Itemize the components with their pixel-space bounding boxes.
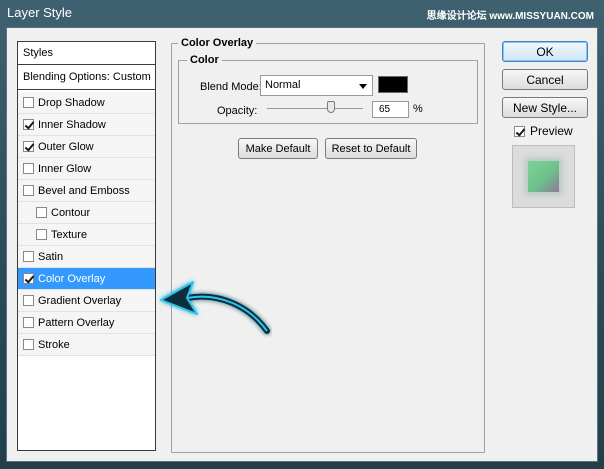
style-item-inner-glow[interactable]: Inner Glow bbox=[18, 158, 155, 180]
styles-header[interactable]: Styles bbox=[18, 42, 155, 65]
bevel-and-emboss-checkbox[interactable] bbox=[23, 185, 34, 196]
texture-checkbox[interactable] bbox=[36, 229, 47, 240]
preview-toggle[interactable]: Preview bbox=[514, 124, 573, 138]
color-overlay-checkbox[interactable] bbox=[23, 273, 34, 284]
opacity-slider-track[interactable] bbox=[267, 108, 363, 109]
style-item-drop-shadow[interactable]: Drop Shadow bbox=[18, 92, 155, 114]
inner-glow-checkbox[interactable] bbox=[23, 163, 34, 174]
chevron-down-icon bbox=[359, 84, 367, 89]
blending-options-item[interactable]: Blending Options: Custom bbox=[18, 65, 155, 90]
watermark: 思缘设计论坛 www.MISSYUAN.COM bbox=[426, 11, 594, 22]
satin-checkbox[interactable] bbox=[23, 251, 34, 262]
style-preview bbox=[512, 145, 575, 208]
opacity-slider-handle[interactable] bbox=[327, 101, 335, 113]
opacity-unit: % bbox=[413, 103, 423, 115]
opacity-label: Opacity: bbox=[217, 105, 258, 117]
style-item-pattern-overlay[interactable]: Pattern Overlay bbox=[18, 312, 155, 334]
new-style-button[interactable]: New Style... bbox=[502, 97, 588, 118]
color-overlay-title: Color Overlay bbox=[178, 37, 257, 49]
style-item-satin[interactable]: Satin bbox=[18, 246, 155, 268]
color-subgroup-title: Color bbox=[187, 54, 222, 66]
style-item-label: Gradient Overlay bbox=[38, 294, 122, 307]
blend-mode-value: Normal bbox=[265, 79, 301, 91]
preview-label: Preview bbox=[530, 124, 573, 138]
dialog-client-area: Styles Blending Options: Custom Drop Sha… bbox=[6, 27, 598, 462]
style-item-stroke[interactable]: Stroke bbox=[18, 334, 155, 356]
style-item-label: Satin bbox=[38, 250, 64, 263]
styles-list-panel: Styles Blending Options: Custom Drop Sha… bbox=[17, 41, 156, 451]
style-item-label: Contour bbox=[51, 206, 91, 219]
style-item-gradient-overlay[interactable]: Gradient Overlay bbox=[18, 290, 155, 312]
contour-checkbox[interactable] bbox=[36, 207, 47, 218]
preview-thumbnail bbox=[528, 161, 559, 192]
style-item-color-overlay[interactable]: Color Overlay bbox=[18, 268, 155, 290]
style-effects-list: Drop Shadow Inner Shadow Outer Glow Inner G… bbox=[18, 92, 155, 356]
style-item-label: Outer Glow bbox=[38, 140, 94, 153]
style-item-contour[interactable]: Contour bbox=[18, 202, 155, 224]
style-item-outer-glow[interactable]: Outer Glow bbox=[18, 136, 155, 158]
inner-shadow-checkbox[interactable] bbox=[23, 119, 34, 130]
style-item-label: Pattern Overlay bbox=[38, 316, 115, 329]
style-item-label: Color Overlay bbox=[38, 272, 106, 285]
style-item-inner-shadow[interactable]: Inner Shadow bbox=[18, 114, 155, 136]
style-item-label: Inner Shadow bbox=[38, 118, 106, 131]
color-overlay-group: Color Overlay Color Blend Mode: Normal O… bbox=[171, 37, 485, 453]
opacity-input[interactable]: 65 bbox=[372, 101, 409, 118]
preview-checkbox[interactable] bbox=[514, 125, 525, 137]
ok-button[interactable]: OK bbox=[502, 41, 588, 62]
blend-mode-select[interactable]: Normal bbox=[260, 75, 373, 96]
outer-glow-checkbox[interactable] bbox=[23, 141, 34, 152]
annotation-arrow-icon bbox=[160, 281, 270, 334]
style-item-label: Drop Shadow bbox=[38, 96, 105, 109]
drop-shadow-checkbox[interactable] bbox=[23, 97, 34, 108]
style-item-label: Inner Glow bbox=[38, 162, 92, 175]
blend-mode-label: Blend Mode: bbox=[200, 81, 262, 93]
style-item-texture[interactable]: Texture bbox=[18, 224, 155, 246]
style-item-bevel-and-emboss[interactable]: Bevel and Emboss bbox=[18, 180, 155, 202]
color-subgroup: Color Blend Mode: Normal Opacity: 65 % bbox=[178, 54, 478, 124]
cancel-button[interactable]: Cancel bbox=[502, 69, 588, 90]
style-item-label: Bevel and Emboss bbox=[38, 184, 130, 197]
reset-to-default-button[interactable]: Reset to Default bbox=[325, 138, 417, 159]
make-default-button[interactable]: Make Default bbox=[238, 138, 318, 159]
window-title: Layer Style bbox=[7, 5, 73, 20]
style-item-label: Stroke bbox=[38, 338, 70, 351]
style-item-label: Texture bbox=[51, 228, 88, 241]
gradient-overlay-checkbox[interactable] bbox=[23, 295, 34, 306]
layer-style-window: Layer Style 思缘设计论坛 www.MISSYUAN.COM Styl… bbox=[0, 0, 604, 469]
overlay-color-swatch[interactable] bbox=[378, 76, 408, 93]
pattern-overlay-checkbox[interactable] bbox=[23, 317, 34, 328]
stroke-checkbox[interactable] bbox=[23, 339, 34, 350]
